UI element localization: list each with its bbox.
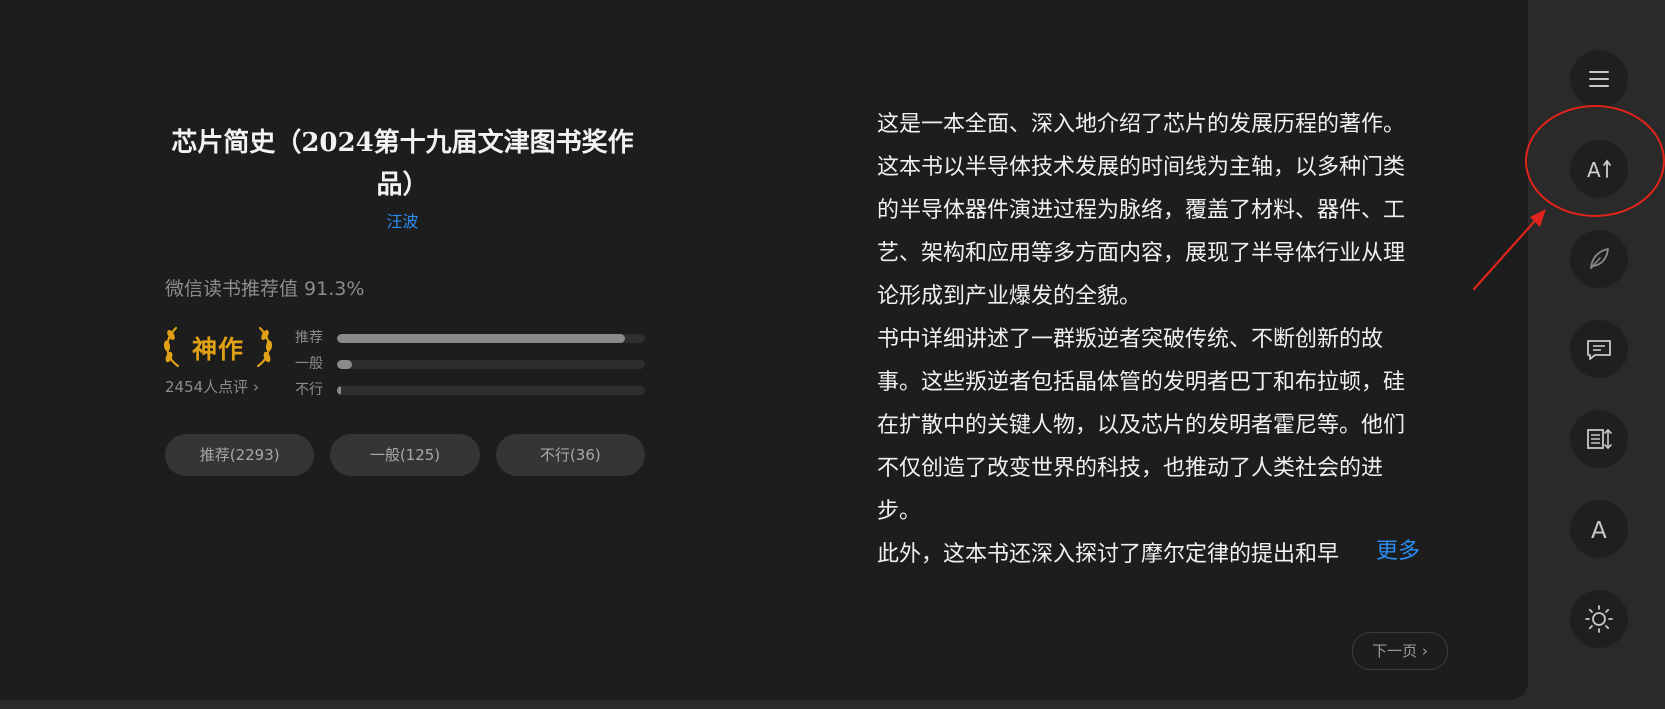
rating-bar-row: 不行 <box>295 380 645 406</box>
review-count-link[interactable]: 2454人点评 › <box>165 376 259 397</box>
bar-fill <box>337 386 341 395</box>
rating-bar-row: 推荐 <box>295 328 645 354</box>
bar-label: 不行 <box>295 382 323 398</box>
font-icon: A <box>1591 518 1607 542</box>
toc-sort-button[interactable] <box>1570 410 1628 468</box>
comment-icon <box>1587 340 1611 360</box>
rating-badge: 神作 <box>162 322 274 372</box>
menu-icon <box>1589 71 1609 87</box>
intro-paragraph: 书中详细讲述了一群叛逆者突破传统、不断创新的故事。这些叛逆者包括晶体管的发明者巴… <box>877 327 1406 524</box>
recommend-value: 微信读书推荐值 91.3% <box>165 278 365 300</box>
book-intro: 这是一本全面、深入地介绍了芯片的发展历程的著作。这本书以半导体技术发展的时间线为… <box>877 103 1420 573</box>
more-wrap: 更多 <box>1335 530 1420 573</box>
chevron-right-icon: › <box>252 378 259 396</box>
comment-button[interactable] <box>1570 320 1628 378</box>
font-size-button[interactable]: A <box>1570 140 1628 198</box>
font-size-icon: A <box>1587 158 1611 181</box>
bar-fill <box>337 360 353 369</box>
brightness-button[interactable] <box>1570 590 1628 648</box>
chevron-right-icon: › <box>1421 642 1428 660</box>
bar-label: 一般 <box>295 356 323 372</box>
pen-icon <box>1590 248 1609 269</box>
bar-fill <box>337 334 625 343</box>
next-page-button[interactable]: 下一页 › <box>1352 632 1448 670</box>
bar-track <box>337 386 645 395</box>
brightness-icon <box>1585 605 1613 633</box>
more-link[interactable]: 更多 <box>1376 539 1420 564</box>
vote-buttons: 推荐(2293) 一般(125) 不行(36) <box>165 434 645 476</box>
bar-label: 推荐 <box>295 330 323 346</box>
rating-bars: 推荐 一般 不行 <box>295 328 645 406</box>
svg-text:A: A <box>1587 158 1601 181</box>
review-count-text: 2454人点评 <box>165 378 249 396</box>
badge-text: 神作 <box>191 335 244 364</box>
bar-track <box>337 360 645 369</box>
reader-page: 芯片简史（2024第十九届文津图书奖作品） 汪波 微信读书推荐值 91.3% 神… <box>0 0 1528 700</box>
intro-paragraph: 这是一本全面、深入地介绍了芯片的发展历程的著作。这本书以半导体技术发展的时间线为… <box>877 112 1406 309</box>
menu-button[interactable] <box>1570 50 1628 108</box>
book-title: 芯片简史（2024第十九届文津图书奖作品） <box>171 128 634 200</box>
rating-bar-row: 一般 <box>295 354 645 380</box>
annotation-arrow-icon <box>1472 209 1546 291</box>
font-button[interactable]: A <box>1570 500 1628 558</box>
svg-text:A: A <box>1591 518 1607 542</box>
vote-bad-button[interactable]: 不行(36) <box>495 434 645 476</box>
pen-button[interactable] <box>1570 230 1628 288</box>
book-author-link[interactable]: 汪波 <box>160 208 645 232</box>
toc-sort-icon <box>1587 428 1612 450</box>
next-page-label: 下一页 <box>1372 642 1418 660</box>
bar-track <box>337 334 645 343</box>
vote-recommend-button[interactable]: 推荐(2293) <box>165 434 315 476</box>
vote-average-button[interactable]: 一般(125) <box>330 434 480 476</box>
